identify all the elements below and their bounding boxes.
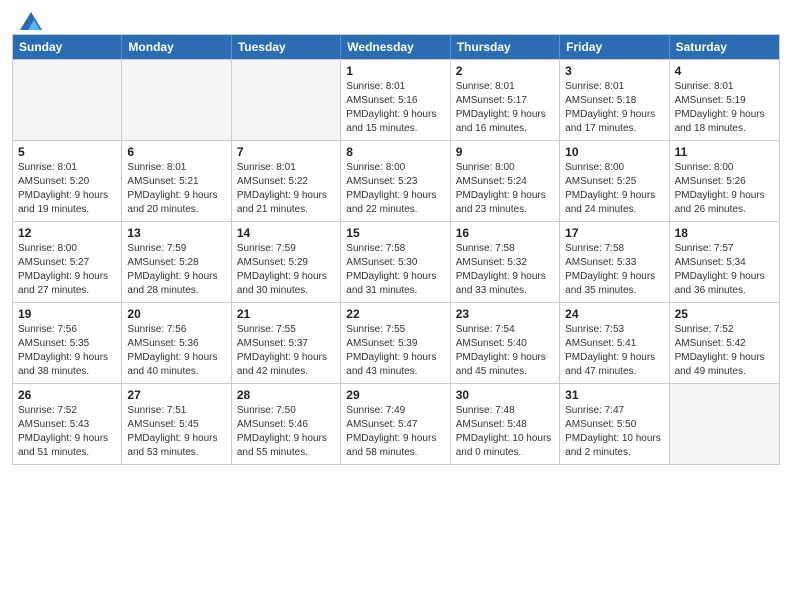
day-number: 16 bbox=[456, 226, 554, 240]
header-cell-friday: Friday bbox=[560, 35, 669, 59]
day-number: 24 bbox=[565, 307, 663, 321]
week-row-5: 26Sunrise: 7:52 AMSunset: 5:43 PMDayligh… bbox=[13, 383, 779, 464]
day-number: 31 bbox=[565, 388, 663, 402]
logo-icon bbox=[20, 12, 42, 30]
day-cell-empty bbox=[13, 60, 122, 140]
day-number: 26 bbox=[18, 388, 116, 402]
day-cell-25: 25Sunrise: 7:52 AMSunset: 5:42 PMDayligh… bbox=[670, 303, 779, 383]
day-cell-11: 11Sunrise: 8:00 AMSunset: 5:26 PMDayligh… bbox=[670, 141, 779, 221]
day-cell-9: 9Sunrise: 8:00 AMSunset: 5:24 PMDaylight… bbox=[451, 141, 560, 221]
day-number: 5 bbox=[18, 145, 116, 159]
day-cell-7: 7Sunrise: 8:01 AMSunset: 5:22 PMDaylight… bbox=[232, 141, 341, 221]
day-number: 30 bbox=[456, 388, 554, 402]
day-cell-empty bbox=[122, 60, 231, 140]
day-cell-27: 27Sunrise: 7:51 AMSunset: 5:45 PMDayligh… bbox=[122, 384, 231, 464]
day-cell-10: 10Sunrise: 8:00 AMSunset: 5:25 PMDayligh… bbox=[560, 141, 669, 221]
day-number: 15 bbox=[346, 226, 444, 240]
day-cell-17: 17Sunrise: 7:58 AMSunset: 5:33 PMDayligh… bbox=[560, 222, 669, 302]
header-cell-thursday: Thursday bbox=[451, 35, 560, 59]
day-number: 21 bbox=[237, 307, 335, 321]
day-cell-29: 29Sunrise: 7:49 AMSunset: 5:47 PMDayligh… bbox=[341, 384, 450, 464]
daylight-text: Daylight: 10 hours and 0 minutes. bbox=[456, 433, 552, 458]
day-number: 22 bbox=[346, 307, 444, 321]
day-number: 11 bbox=[675, 145, 774, 159]
day-cell-13: 13Sunrise: 7:59 AMSunset: 5:28 PMDayligh… bbox=[122, 222, 231, 302]
day-cell-22: 22Sunrise: 7:55 AMSunset: 5:39 PMDayligh… bbox=[341, 303, 450, 383]
day-cell-12: 12Sunrise: 8:00 AMSunset: 5:27 PMDayligh… bbox=[13, 222, 122, 302]
day-number: 20 bbox=[127, 307, 225, 321]
day-number: 13 bbox=[127, 226, 225, 240]
day-number: 8 bbox=[346, 145, 444, 159]
day-cell-23: 23Sunrise: 7:54 AMSunset: 5:40 PMDayligh… bbox=[451, 303, 560, 383]
day-number: 29 bbox=[346, 388, 444, 402]
day-cell-5: 5Sunrise: 8:01 AMSunset: 5:20 PMDaylight… bbox=[13, 141, 122, 221]
day-cell-20: 20Sunrise: 7:56 AMSunset: 5:36 PMDayligh… bbox=[122, 303, 231, 383]
header-cell-monday: Monday bbox=[122, 35, 231, 59]
day-cell-2: 2Sunrise: 8:01 AMSunset: 5:17 PMDaylight… bbox=[451, 60, 560, 140]
day-cell-30: 30Sunrise: 7:48 AMSunset: 5:48 PMDayligh… bbox=[451, 384, 560, 464]
page: SundayMondayTuesdayWednesdayThursdayFrid… bbox=[0, 0, 792, 612]
day-cell-31: 31Sunrise: 7:47 AMSunset: 5:50 PMDayligh… bbox=[560, 384, 669, 464]
day-cell-1: 1Sunrise: 8:01 AMSunset: 5:16 PMDaylight… bbox=[341, 60, 450, 140]
calendar-body: 1Sunrise: 8:01 AMSunset: 5:16 PMDaylight… bbox=[13, 59, 779, 464]
day-cell-4: 4Sunrise: 8:01 AMSunset: 5:19 PMDaylight… bbox=[670, 60, 779, 140]
logo bbox=[18, 12, 42, 26]
week-row-3: 12Sunrise: 8:00 AMSunset: 5:27 PMDayligh… bbox=[13, 221, 779, 302]
day-number: 25 bbox=[675, 307, 774, 321]
day-number: 27 bbox=[127, 388, 225, 402]
week-row-1: 1Sunrise: 8:01 AMSunset: 5:16 PMDaylight… bbox=[13, 59, 779, 140]
day-number: 3 bbox=[565, 64, 663, 78]
header-cell-saturday: Saturday bbox=[670, 35, 779, 59]
day-cell-15: 15Sunrise: 7:58 AMSunset: 5:30 PMDayligh… bbox=[341, 222, 450, 302]
day-cell-8: 8Sunrise: 8:00 AMSunset: 5:23 PMDaylight… bbox=[341, 141, 450, 221]
day-number: 1 bbox=[346, 64, 444, 78]
calendar: SundayMondayTuesdayWednesdayThursdayFrid… bbox=[12, 34, 780, 465]
day-cell-3: 3Sunrise: 8:01 AMSunset: 5:18 PMDaylight… bbox=[560, 60, 669, 140]
header-cell-tuesday: Tuesday bbox=[232, 35, 341, 59]
day-cell-18: 18Sunrise: 7:57 AMSunset: 5:34 PMDayligh… bbox=[670, 222, 779, 302]
day-cell-6: 6Sunrise: 8:01 AMSunset: 5:21 PMDaylight… bbox=[122, 141, 231, 221]
day-number: 18 bbox=[675, 226, 774, 240]
header bbox=[0, 0, 792, 34]
day-cell-14: 14Sunrise: 7:59 AMSunset: 5:29 PMDayligh… bbox=[232, 222, 341, 302]
day-cell-empty bbox=[232, 60, 341, 140]
day-cell-19: 19Sunrise: 7:56 AMSunset: 5:35 PMDayligh… bbox=[13, 303, 122, 383]
day-number: 12 bbox=[18, 226, 116, 240]
day-cell-21: 21Sunrise: 7:55 AMSunset: 5:37 PMDayligh… bbox=[232, 303, 341, 383]
day-number: 17 bbox=[565, 226, 663, 240]
day-number: 9 bbox=[456, 145, 554, 159]
day-cell-empty bbox=[670, 384, 779, 464]
day-number: 10 bbox=[565, 145, 663, 159]
daylight-text: Daylight: 10 hours and 2 minutes. bbox=[565, 433, 661, 458]
day-cell-26: 26Sunrise: 7:52 AMSunset: 5:43 PMDayligh… bbox=[13, 384, 122, 464]
day-number: 6 bbox=[127, 145, 225, 159]
day-cell-28: 28Sunrise: 7:50 AMSunset: 5:46 PMDayligh… bbox=[232, 384, 341, 464]
day-cell-24: 24Sunrise: 7:53 AMSunset: 5:41 PMDayligh… bbox=[560, 303, 669, 383]
day-number: 14 bbox=[237, 226, 335, 240]
week-row-4: 19Sunrise: 7:56 AMSunset: 5:35 PMDayligh… bbox=[13, 302, 779, 383]
day-number: 19 bbox=[18, 307, 116, 321]
day-number: 2 bbox=[456, 64, 554, 78]
day-number: 23 bbox=[456, 307, 554, 321]
day-cell-16: 16Sunrise: 7:58 AMSunset: 5:32 PMDayligh… bbox=[451, 222, 560, 302]
day-number: 28 bbox=[237, 388, 335, 402]
week-row-2: 5Sunrise: 8:01 AMSunset: 5:20 PMDaylight… bbox=[13, 140, 779, 221]
day-number: 7 bbox=[237, 145, 335, 159]
header-cell-wednesday: Wednesday bbox=[341, 35, 450, 59]
calendar-header: SundayMondayTuesdayWednesdayThursdayFrid… bbox=[13, 35, 779, 59]
day-number: 4 bbox=[675, 64, 774, 78]
header-cell-sunday: Sunday bbox=[13, 35, 122, 59]
